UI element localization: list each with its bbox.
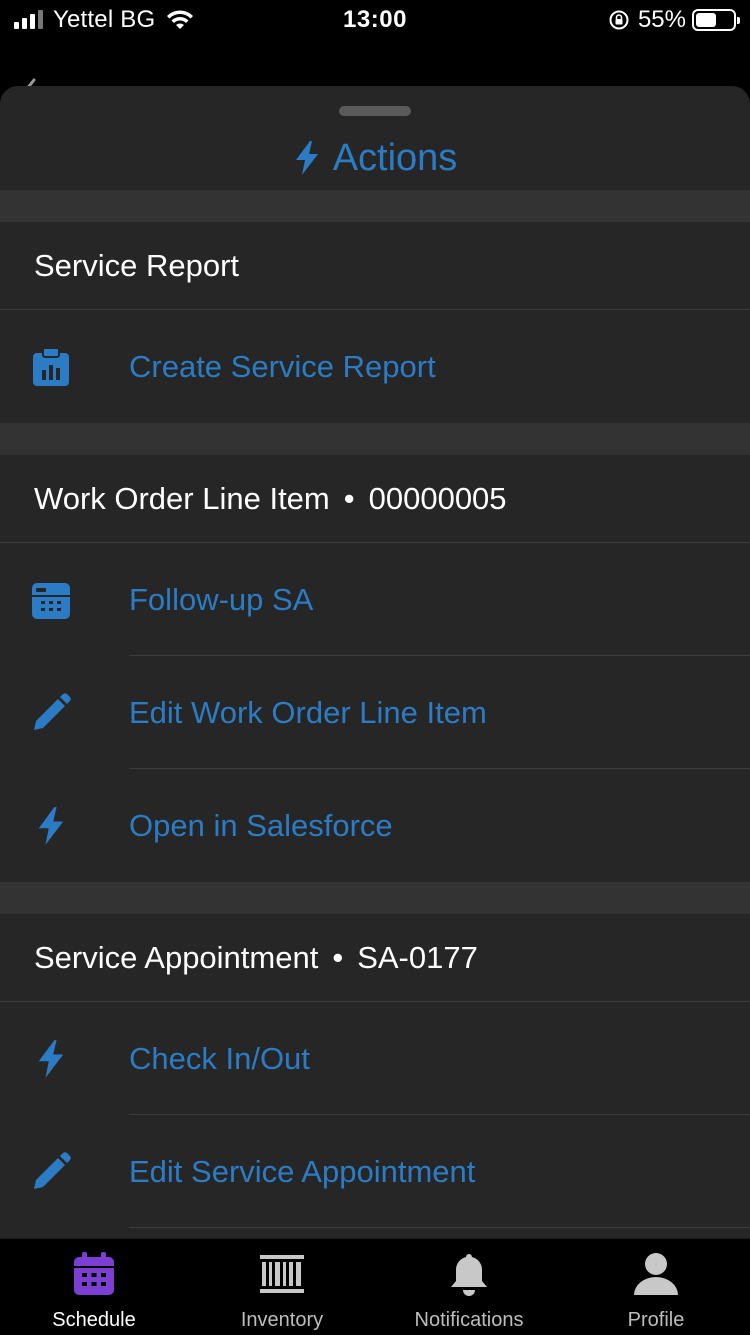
record-number: SA-0177 (357, 939, 478, 975)
tab-profile[interactable]: Profile (562, 1239, 750, 1335)
clipboard-chart-icon (30, 346, 72, 388)
sheet-header: Actions (0, 126, 750, 190)
status-right: 55% (608, 6, 740, 34)
bell-icon (451, 1254, 487, 1296)
section-title: Work Order Line Item (34, 480, 330, 516)
calendar-icon (74, 1252, 114, 1295)
section-header-service-report: Service Report (0, 222, 750, 310)
sheet-title: Actions (332, 136, 458, 179)
lightning-icon (30, 805, 72, 847)
pencil-icon (30, 692, 72, 734)
sheet-grabber[interactable] (339, 106, 411, 116)
battery-icon (692, 9, 740, 31)
action-label: Check In/Out (129, 1040, 310, 1076)
record-number: 00000005 (368, 480, 507, 516)
tab-label: Schedule (52, 1309, 136, 1331)
tab-label: Profile (627, 1309, 685, 1331)
battery-percentage: 55% (637, 6, 686, 33)
barcode-icon (260, 1255, 304, 1293)
actions-sheet: Actions Service Report Create Service Re… (0, 86, 750, 1238)
calendar-icon (30, 579, 72, 621)
lightning-icon (295, 141, 318, 175)
tab-bar: Schedule Inventory Notifications Profile (0, 1238, 750, 1334)
tab-label: Notifications (414, 1309, 524, 1331)
person-icon (634, 1253, 678, 1295)
section-title: Service Report (34, 247, 240, 283)
tab-notifications[interactable]: Notifications (375, 1239, 563, 1335)
rotation-lock-icon (609, 10, 629, 30)
tab-schedule[interactable]: Schedule (0, 1239, 188, 1335)
action-check-in-out[interactable]: Check In/Out (0, 1002, 750, 1115)
section-title: Service Appointment (34, 939, 319, 975)
tab-label: Inventory (240, 1309, 324, 1331)
section-gap (0, 882, 750, 914)
status-bar: Yettel BG 13:00 55% (0, 0, 750, 40)
section-gap (0, 190, 750, 222)
action-edit-service-appointment[interactable]: Edit Service Appointment (0, 1115, 750, 1228)
action-label: Edit Service Appointment (129, 1153, 476, 1189)
section-gap (0, 423, 750, 455)
action-create-service-report[interactable]: Create Service Report (0, 310, 750, 423)
action-label: Open in Salesforce (129, 807, 393, 843)
row-divider (129, 1227, 750, 1228)
action-edit-work-order-line-item[interactable]: Edit Work Order Line Item (0, 656, 750, 769)
section-header-work-order-line-item: Work Order Line Item • 00000005 (0, 455, 750, 543)
section-header-service-appointment: Service Appointment • SA-0177 (0, 914, 750, 1002)
action-follow-up-sa[interactable]: Follow-up SA (0, 543, 750, 656)
pencil-icon (30, 1151, 72, 1193)
action-label: Follow-up SA (129, 581, 314, 617)
lightning-icon (30, 1038, 72, 1080)
action-label: Create Service Report (129, 348, 436, 384)
separator-dot: • (332, 939, 344, 975)
separator-dot: • (343, 480, 355, 516)
action-label: Edit Work Order Line Item (129, 694, 487, 730)
tab-inventory[interactable]: Inventory (188, 1239, 376, 1335)
action-open-in-salesforce[interactable]: Open in Salesforce (0, 769, 750, 882)
